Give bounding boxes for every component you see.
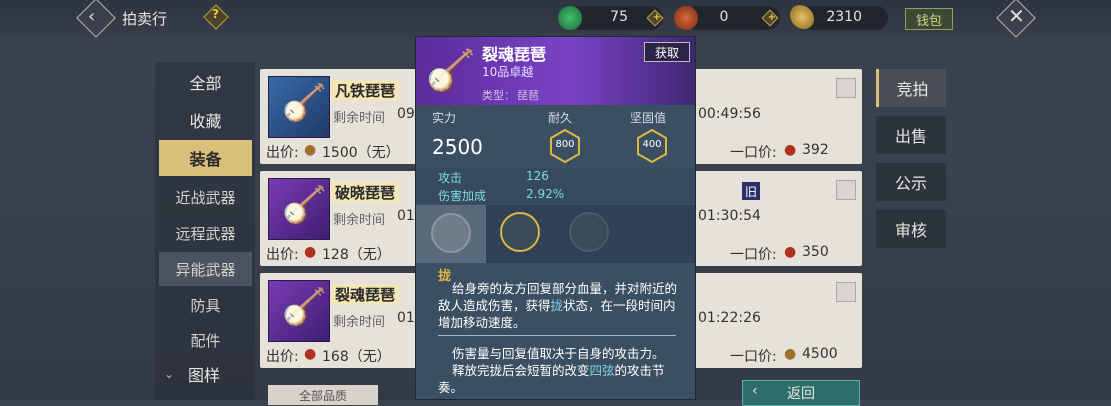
- coin-icon: ●: [784, 244, 797, 260]
- stat-sturdiness-label: 坚固值: [630, 111, 667, 125]
- stat-power-label: 实力: [432, 111, 457, 125]
- close-icon: ✕: [1008, 4, 1025, 28]
- bid-label: 出价:: [266, 349, 299, 365]
- coin-count: 0: [719, 9, 729, 25]
- time-label: 剩余时间: [333, 315, 386, 330]
- time-remaining: 00:49:56: [698, 106, 761, 122]
- favorite-checkbox[interactable]: [836, 78, 856, 98]
- sidebar-item-pattern[interactable]: 图样: [188, 362, 220, 386]
- time-prefix: 01: [397, 208, 415, 224]
- coin-icon: ●: [304, 244, 317, 260]
- time-remaining: 01:30:54: [698, 208, 761, 224]
- stat-durability-value: 800: [555, 139, 575, 150]
- sidebar-item-armor[interactable]: 防具: [159, 288, 252, 322]
- item-name: 凡铁琵琶: [331, 80, 400, 101]
- coin-icon: ●: [304, 346, 317, 362]
- return-button[interactable]: 返回: [742, 380, 860, 406]
- skill-icon[interactable]: [500, 212, 540, 252]
- skill-note-1: 伤害量与回复值取决于自身的攻击力。: [452, 346, 665, 361]
- tab-public[interactable]: 公示: [876, 163, 946, 201]
- stat-power-value: 2500: [432, 135, 483, 159]
- buyout-label: 一口价:: [730, 145, 777, 161]
- page-title: 拍卖行: [122, 10, 168, 28]
- time-prefix: 09: [397, 106, 415, 122]
- coin-icon: ●: [784, 142, 797, 158]
- sidebar-item-favorites[interactable]: 收藏: [159, 102, 252, 138]
- time-label: 剩余时间: [333, 111, 386, 126]
- gold-icon: ●: [304, 142, 317, 158]
- buyout-price: 392: [802, 142, 829, 158]
- tab-bidding[interactable]: 竞拍: [876, 69, 946, 107]
- damage-bonus-label: 伤害加成: [438, 189, 487, 203]
- sidebar-item-all[interactable]: 全部: [159, 64, 252, 100]
- chevron-left-icon: ‹: [752, 383, 758, 399]
- attack-label: 攻击: [438, 171, 463, 185]
- lute-icon: 🪕: [282, 185, 327, 226]
- obtain-button[interactable]: 获取: [644, 42, 690, 62]
- lute-icon: 🪕: [282, 287, 327, 328]
- type-value: 琵琶: [517, 89, 539, 102]
- item-grade: 10品卓越: [482, 65, 534, 79]
- item-name: 裂魂琵琶: [331, 284, 400, 305]
- wallet-button[interactable]: 钱包: [905, 8, 953, 30]
- lute-icon: 🪕: [282, 83, 327, 124]
- buyout-label: 一口价:: [730, 349, 777, 365]
- sidebar-item-equipment[interactable]: 装备: [159, 140, 252, 176]
- buyout-price: 4500: [802, 346, 838, 362]
- sidebar-item-esper[interactable]: 异能武器: [159, 252, 252, 286]
- chevron-left-icon: ‹: [88, 6, 96, 27]
- stat-durability-label: 耐久: [548, 111, 573, 125]
- gold-count: 2310: [826, 9, 862, 25]
- stat-sturdiness-value: 400: [642, 139, 662, 150]
- type-label: 类型：: [482, 89, 515, 102]
- buyout-price: 350: [802, 244, 829, 260]
- skill-note-2: 释放完拢后会短暂的改变四弦的攻击节奏。: [438, 363, 665, 395]
- divider: [438, 335, 676, 336]
- tab-sell[interactable]: 出售: [876, 116, 946, 154]
- favorite-checkbox[interactable]: [836, 180, 856, 200]
- item-name: 破晓琵琶: [331, 182, 400, 203]
- buyout-label: 一口价:: [730, 247, 777, 263]
- favorite-checkbox[interactable]: [836, 282, 856, 302]
- bid-price: 1500（无）: [322, 145, 400, 161]
- bid-price: 168（无）: [322, 349, 391, 365]
- chevron-down-icon: ⌄: [164, 367, 175, 381]
- old-tag: 旧: [742, 182, 760, 200]
- sidebar-item-melee[interactable]: 近战武器: [159, 180, 252, 214]
- skill-icon[interactable]: [569, 212, 609, 252]
- sidebar-item-ranged[interactable]: 远程武器: [159, 216, 252, 250]
- gold-icon: ●: [784, 346, 797, 362]
- item-title: 裂魂琵琶: [482, 45, 547, 64]
- sidebar-item-accessory[interactable]: 配件: [159, 323, 252, 357]
- jade-count: 75: [610, 9, 628, 25]
- bid-label: 出价:: [266, 145, 299, 161]
- time-prefix: 01: [397, 310, 415, 326]
- time-label: 剩余时间: [333, 213, 386, 228]
- time-remaining: 01:22:26: [698, 310, 761, 326]
- item-tooltip: 🪕 裂魂琵琶 10品卓越 类型： 琵琶 获取 实力 2500 耐久 800 坚固…: [415, 36, 696, 400]
- question-icon: ?: [212, 7, 219, 21]
- lute-icon: 🪕: [426, 48, 476, 94]
- coin-icon: [674, 6, 698, 30]
- quality-filter[interactable]: 全部品质: [268, 385, 378, 405]
- lute-skill-icon: [431, 213, 471, 253]
- jade-icon: [558, 6, 582, 30]
- damage-bonus-value: 2.92%: [526, 187, 565, 201]
- bid-price: 128（无）: [322, 247, 391, 263]
- attack-value: 126: [526, 169, 549, 183]
- skill-description: 给身旁的友方回复部分血量，并对附近的敌人造成伤害，获得拢状态，在一段时间内增加移…: [438, 281, 678, 330]
- tab-review[interactable]: 审核: [876, 210, 946, 248]
- bid-label: 出价:: [266, 247, 299, 263]
